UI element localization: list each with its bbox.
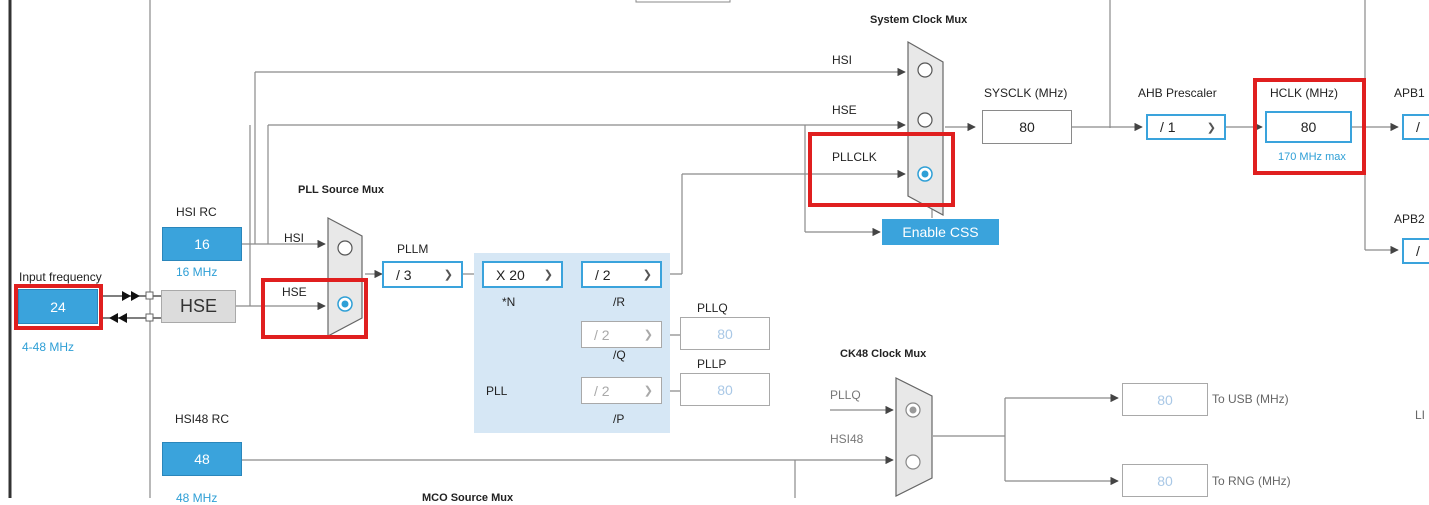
apb2-value: / — [1416, 243, 1420, 259]
mux-input-pllclk: PLLCLK — [832, 150, 877, 164]
pll-source-input-hsi: HSI — [284, 231, 305, 245]
ahb-prescaler-label: AHB Prescaler — [1138, 86, 1217, 100]
chevron-down-icon: ❯ — [643, 329, 653, 341]
apb1-prescaler-select[interactable]: / — [1402, 114, 1429, 140]
rng-label: To RNG (MHz) — [1212, 474, 1291, 488]
pllm-select[interactable]: / 3 ❯ — [382, 261, 463, 288]
pllm-label: PLLM — [397, 242, 429, 256]
plln-select[interactable]: X 20 ❯ — [482, 261, 563, 288]
pll-source-mux-title: PLL Source Mux — [298, 184, 384, 196]
hclk-max-note: 170 MHz max — [1278, 151, 1346, 163]
chevron-down-icon: ❯ — [642, 269, 652, 281]
ck48-mux-title: CK48 Clock Mux — [840, 348, 927, 360]
mco-source-mux-title: MCO Source Mux — [422, 492, 514, 504]
sysclk-value-box[interactable]: 80 — [982, 110, 1072, 144]
mux-input-hsi: HSI — [832, 53, 853, 67]
mux-input-hse: HSE — [832, 103, 857, 117]
hsi-rc-label: HSI RC — [176, 205, 217, 219]
plln-label: *N — [502, 295, 516, 309]
pll-source-input-hse: HSE — [282, 285, 307, 299]
hsi48-rc-freq: 48 MHz — [176, 491, 218, 505]
apb1-value: / — [1416, 119, 1420, 135]
chevron-down-icon: ❯ — [443, 269, 453, 281]
right-edge-label: LI — [1415, 408, 1426, 422]
pllq-div-label: /Q — [613, 348, 626, 362]
hsi-rc-freq: 16 MHz — [176, 265, 218, 279]
pllr-select[interactable]: / 2 ❯ — [581, 261, 662, 288]
ck48-input-pllq: PLLQ — [830, 388, 861, 402]
hsi-rc-value: 16 — [162, 227, 242, 261]
usb-label: To USB (MHz) — [1212, 392, 1289, 406]
plln-value: X 20 — [496, 266, 525, 283]
rng-value-box: 80 — [1122, 464, 1208, 497]
pllp-label: PLLP — [697, 357, 727, 371]
pllp-value-box: 80 — [680, 373, 770, 406]
pll-source-mux-shape — [327, 217, 363, 337]
hsi48-rc-label: HSI48 RC — [175, 412, 230, 426]
pllr-value: / 2 — [595, 266, 611, 283]
hse-block: HSE — [161, 290, 236, 323]
input-frequency-field[interactable]: 24 — [18, 289, 98, 324]
hclk-value-box[interactable]: 80 — [1265, 111, 1352, 143]
pllp-select[interactable]: / 2 ❯ — [581, 377, 662, 404]
input-frequency-range: 4-48 MHz — [22, 340, 75, 354]
ahb-prescaler-select[interactable]: / 1 ❯ — [1146, 114, 1226, 140]
pllr-label: /R — [613, 295, 625, 309]
pllm-value: / 3 — [396, 266, 412, 283]
ahb-prescaler-value: / 1 — [1160, 119, 1176, 135]
enable-css-button[interactable]: Enable CSS — [882, 219, 999, 245]
pllq-div-value: / 2 — [594, 326, 610, 343]
pllq-label: PLLQ — [697, 301, 728, 315]
ck48-mux-shape — [895, 377, 933, 497]
pll-label: PLL — [486, 384, 508, 398]
chevron-down-icon: ❯ — [543, 269, 553, 281]
usb-value-box: 80 — [1122, 383, 1208, 416]
hclk-label: HCLK (MHz) — [1270, 86, 1338, 100]
apb2-prescaler-select[interactable]: / — [1402, 238, 1429, 264]
pllq-select[interactable]: / 2 ❯ — [581, 321, 662, 348]
apb2-label: APB2 — [1394, 212, 1425, 226]
pllp-div-label: /P — [613, 412, 625, 426]
hsi48-rc-value: 48 — [162, 442, 242, 476]
input-frequency-label: Input frequency — [19, 270, 102, 284]
pllp-div-value: / 2 — [594, 382, 610, 399]
sysclk-label: SYSCLK (MHz) — [984, 86, 1068, 100]
ck48-input-hsi48: HSI48 — [830, 432, 864, 446]
system-clock-mux-title: System Clock Mux — [870, 14, 968, 26]
chevron-down-icon: ❯ — [643, 385, 653, 397]
pllq-value-box: 80 — [680, 317, 770, 350]
chevron-down-icon: ❯ — [1206, 121, 1216, 134]
apb1-label: APB1 — [1394, 86, 1425, 100]
